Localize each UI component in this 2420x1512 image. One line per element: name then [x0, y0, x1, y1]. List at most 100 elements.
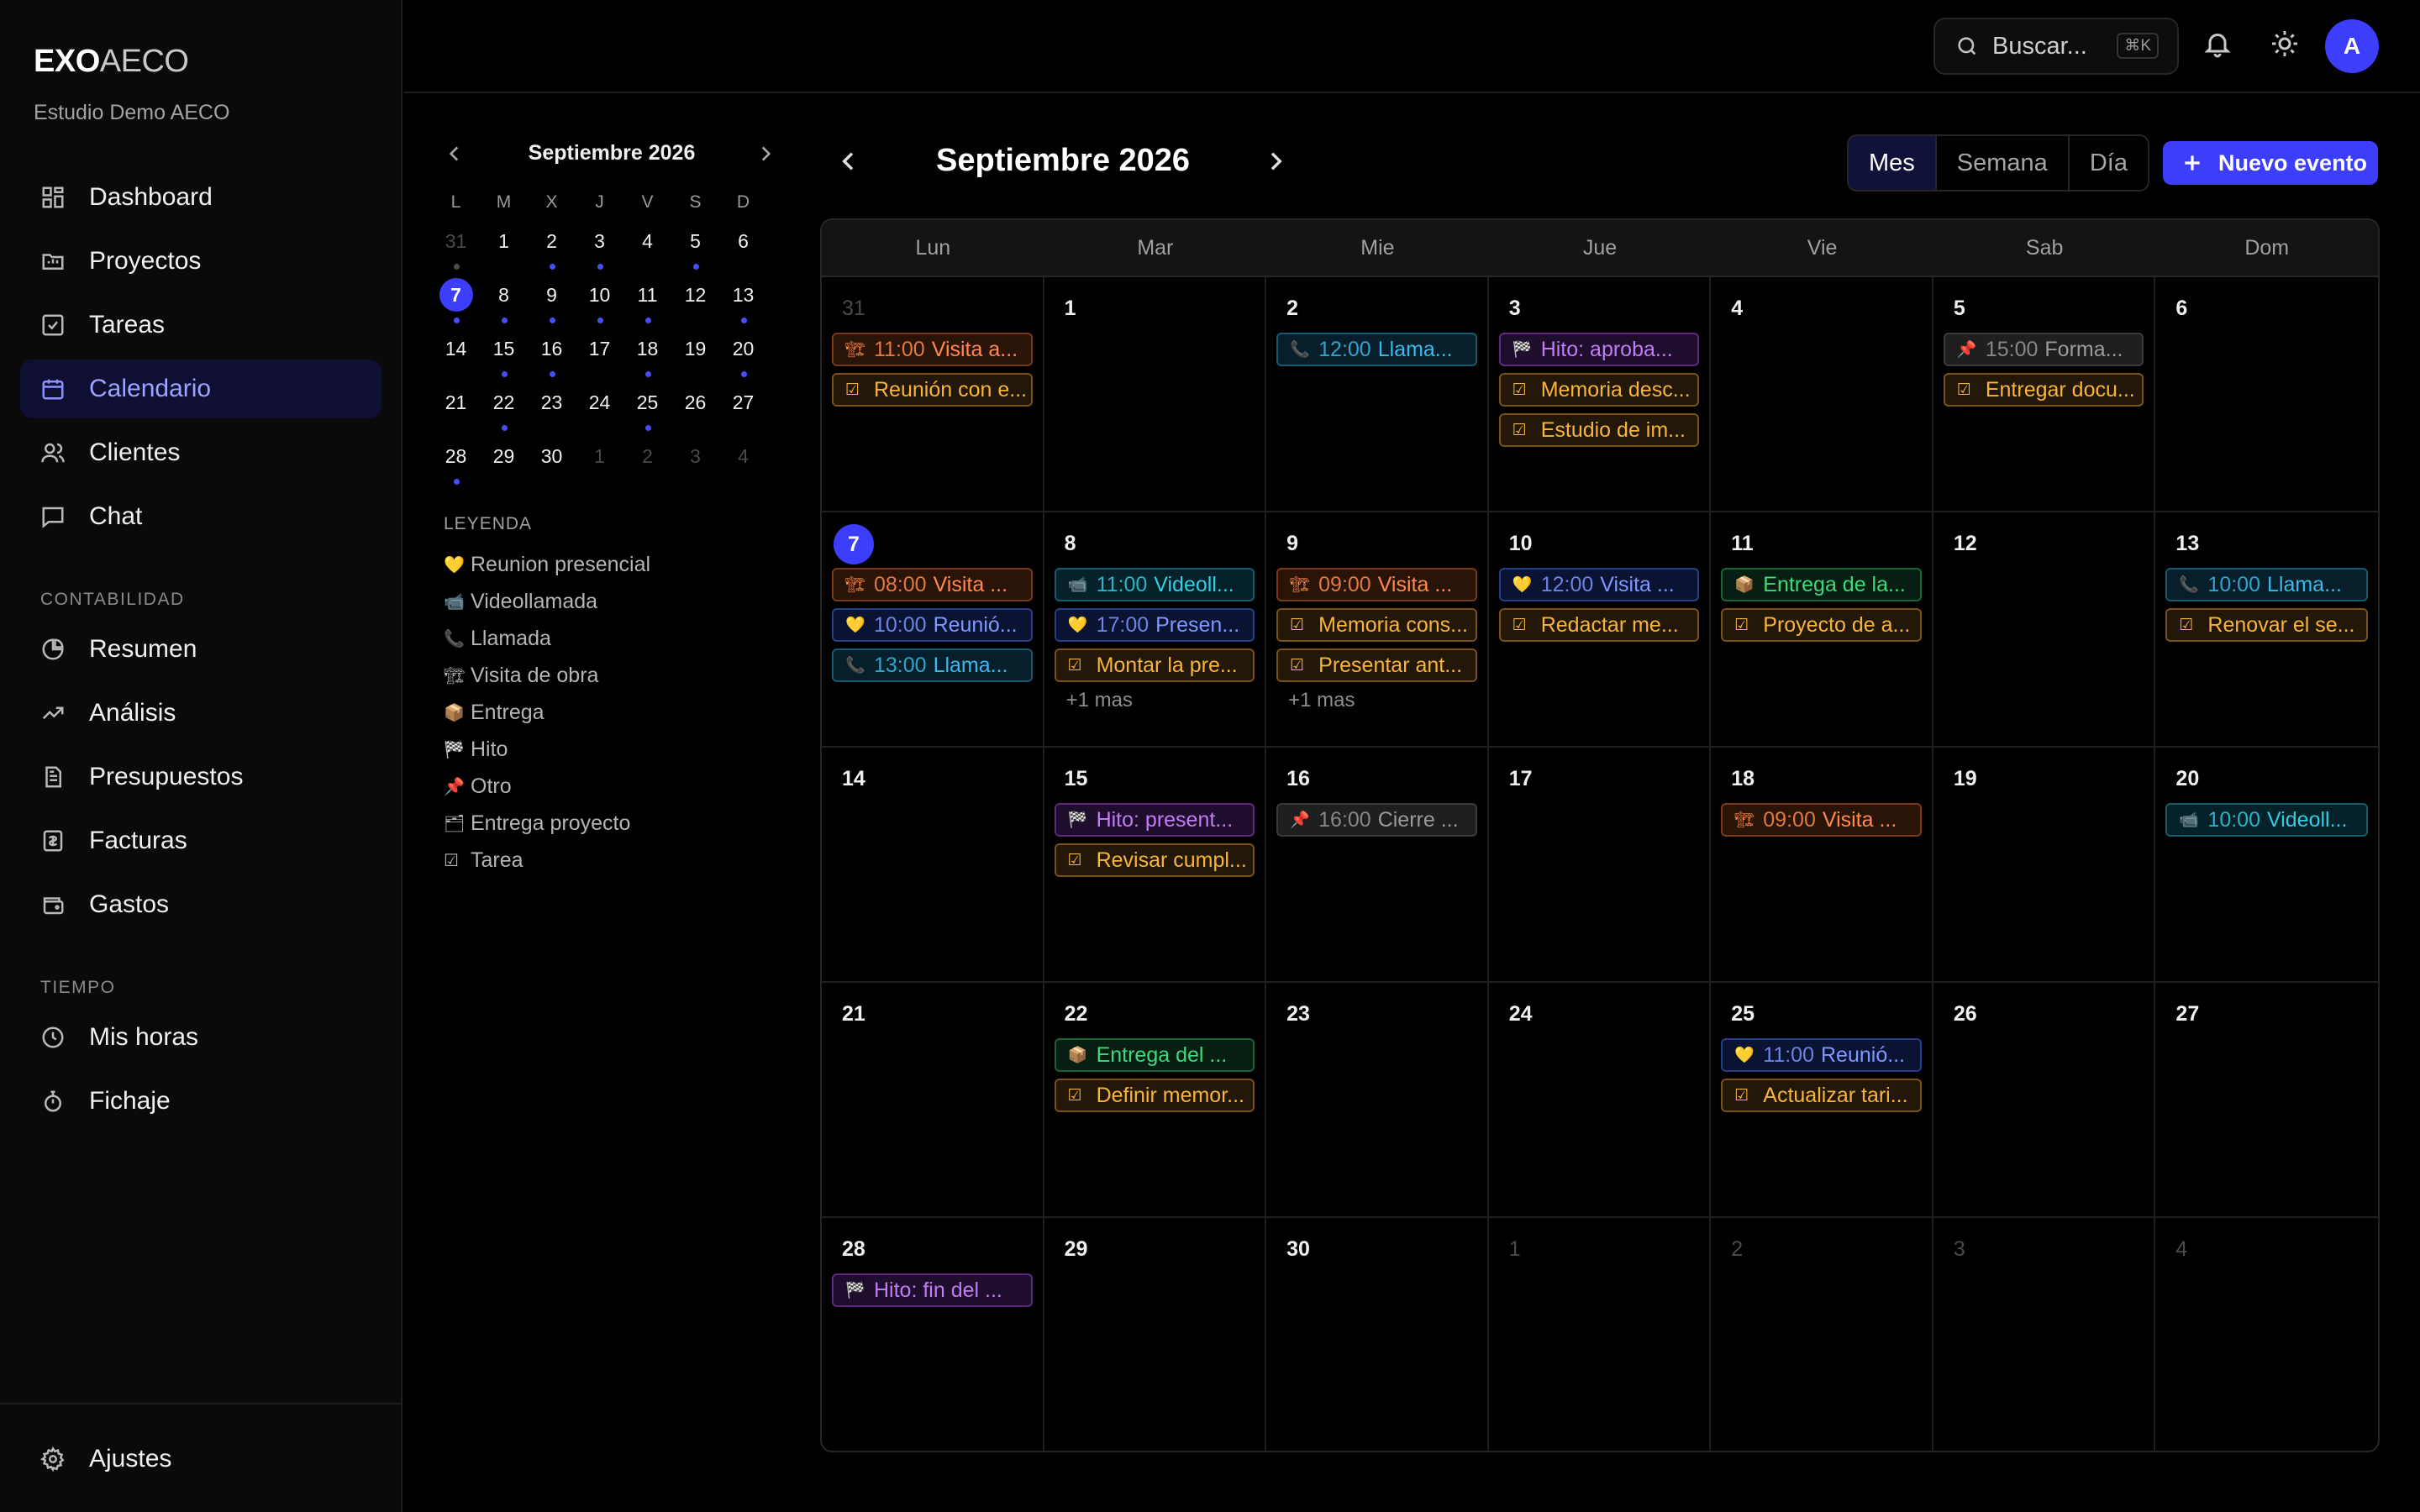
calendar-event[interactable]: ☑ Definir memor...	[1054, 1079, 1255, 1112]
mini-day[interactable]: 10	[576, 274, 623, 328]
day-cell[interactable]: 30	[1266, 1218, 1489, 1451]
calendar-event[interactable]: ☑ Memoria desc...	[1498, 373, 1700, 407]
more-events-link[interactable]: +1 mas	[1276, 689, 1477, 712]
calendar-event[interactable]: ☑ Proyecto de a...	[1721, 608, 1922, 642]
mini-day[interactable]: 24	[576, 381, 623, 435]
sidebar-item-fichaje[interactable]: Fichaje	[20, 1072, 381, 1131]
mini-day[interactable]: 4	[719, 435, 767, 489]
sidebar-item-mis-horas[interactable]: Mis horas	[20, 1008, 381, 1067]
theme-toggle-button[interactable]	[2270, 29, 2303, 62]
calendar-event[interactable]: 📞 12:00 Llama...	[1276, 333, 1477, 366]
sidebar-item-facturas[interactable]: Facturas	[20, 811, 381, 870]
sidebar-item-proyectos[interactable]: Proyectos	[20, 232, 381, 291]
mini-day[interactable]: 27	[719, 381, 767, 435]
calendar-event[interactable]: 💛 12:00 Visita ...	[1498, 568, 1700, 601]
day-cell[interactable]: 7 🏗 08:00 Visita ... 💛 10:00 Reunió... 📞 13:00 Ll…	[822, 512, 1044, 746]
mini-day[interactable]: 13	[719, 274, 767, 328]
calendar-event[interactable]: 📌 15:00 Forma...	[1943, 333, 2144, 366]
calendar-event[interactable]: ☑ Memoria cons...	[1276, 608, 1477, 642]
view-tab-dia[interactable]: Día	[2070, 136, 2148, 190]
calendar-event[interactable]: ☑ Redactar me...	[1498, 608, 1700, 642]
more-events-link[interactable]: +1 mas	[1055, 689, 1255, 712]
mini-day[interactable]: 8	[480, 274, 528, 328]
mini-day[interactable]: 9	[528, 274, 576, 328]
calendar-event[interactable]: ☑ Actualizar tari...	[1721, 1079, 1922, 1112]
day-cell[interactable]: 4	[2155, 1218, 2378, 1451]
sidebar-item-gastos[interactable]: Gastos	[20, 875, 381, 934]
mini-day[interactable]: 4	[623, 220, 671, 274]
day-cell[interactable]: 25 💛 11:00 Reunió... ☑ Actualizar tari...	[1711, 983, 1933, 1216]
mini-day[interactable]: 16	[528, 328, 576, 381]
day-cell[interactable]: 14	[822, 748, 1044, 981]
mini-day[interactable]: 3	[671, 435, 719, 489]
mini-day[interactable]: 22	[480, 381, 528, 435]
day-cell[interactable]: 4	[1711, 277, 1933, 511]
day-cell[interactable]: 23	[1266, 983, 1489, 1216]
calendar-event[interactable]: 💛 11:00 Reunió...	[1721, 1038, 1922, 1072]
settings-link[interactable]: Ajustes	[20, 1430, 381, 1488]
day-cell[interactable]: 28 🏁 Hito: fin del ...	[822, 1218, 1044, 1451]
calendar-event[interactable]: 🏗 08:00 Visita ...	[832, 568, 1033, 601]
mini-day[interactable]: 19	[671, 328, 719, 381]
mini-day[interactable]: 29	[480, 435, 528, 489]
mini-day[interactable]: 1	[480, 220, 528, 274]
day-cell[interactable]: 17	[1489, 748, 1712, 981]
mini-day[interactable]: 21	[432, 381, 480, 435]
mini-day[interactable]: 17	[576, 328, 623, 381]
calendar-event[interactable]: ☑ Montar la pre...	[1054, 648, 1255, 682]
prev-month-button[interactable]	[835, 148, 869, 181]
day-cell[interactable]: 8 📹 11:00 Videoll... 💛 17:00 Presen... ☑ Montar …	[1044, 512, 1267, 746]
day-cell[interactable]: 2 📞 12:00 Llama...	[1266, 277, 1489, 511]
mini-day[interactable]: 15	[480, 328, 528, 381]
day-cell[interactable]: 2	[1711, 1218, 1933, 1451]
calendar-event[interactable]: 💛 17:00 Presen...	[1054, 608, 1255, 642]
sidebar-item-resumen[interactable]: Resumen	[20, 620, 381, 679]
day-cell[interactable]: 22 📦 Entrega del ... ☑ Definir memor...	[1044, 983, 1267, 1216]
day-cell[interactable]: 5 📌 15:00 Forma... ☑ Entregar docu...	[1933, 277, 2156, 511]
calendar-event[interactable]: 🏁 Hito: aproba...	[1498, 333, 1700, 366]
day-cell[interactable]: 27	[2155, 983, 2378, 1216]
mini-day[interactable]: 20	[719, 328, 767, 381]
day-cell[interactable]: 12	[1933, 512, 2156, 746]
sidebar-item-clientes[interactable]: Clientes	[20, 423, 381, 482]
next-month-button[interactable]	[1262, 148, 1296, 181]
sidebar-item-tareas[interactable]: Tareas	[20, 296, 381, 354]
mini-day[interactable]: 25	[623, 381, 671, 435]
day-cell[interactable]: 29	[1044, 1218, 1267, 1451]
mini-day[interactable]: 2	[528, 220, 576, 274]
notifications-button[interactable]	[2202, 29, 2236, 62]
mini-day[interactable]: 11	[623, 274, 671, 328]
calendar-event[interactable]: 📹 10:00 Videoll...	[2165, 803, 2368, 837]
day-cell[interactable]: 6	[2155, 277, 2378, 511]
day-cell[interactable]: 13 📞 10:00 Llama... ☑ Renovar el se...	[2155, 512, 2378, 746]
calendar-event[interactable]: ☑ Presentar ant...	[1276, 648, 1477, 682]
view-tab-mes[interactable]: Mes	[1849, 136, 1937, 190]
calendar-event[interactable]: 📦 Entrega del ...	[1054, 1038, 1255, 1072]
calendar-event[interactable]: 📌 16:00 Cierre ...	[1276, 803, 1477, 837]
calendar-event[interactable]: ☑ Revisar cumpl...	[1054, 843, 1255, 877]
sidebar-item-analisis[interactable]: Análisis	[20, 684, 381, 743]
mini-next-month-button[interactable]	[755, 143, 780, 168]
day-cell[interactable]: 3	[1933, 1218, 2156, 1451]
mini-day[interactable]: 23	[528, 381, 576, 435]
day-cell[interactable]: 19	[1933, 748, 2156, 981]
mini-day[interactable]: 1	[576, 435, 623, 489]
sidebar-item-calendario[interactable]: Calendario	[20, 360, 381, 418]
day-cell[interactable]: 26	[1933, 983, 2156, 1216]
mini-day[interactable]: 3	[576, 220, 623, 274]
calendar-event[interactable]: 📹 11:00 Videoll...	[1054, 568, 1255, 601]
day-cell[interactable]: 31 🏗 11:00 Visita a... ☑ Reunión con e...	[822, 277, 1044, 511]
mini-day[interactable]: 5	[671, 220, 719, 274]
calendar-event[interactable]: 📞 13:00 Llama...	[832, 648, 1033, 682]
mini-day[interactable]: 31	[432, 220, 480, 274]
mini-day[interactable]: 30	[528, 435, 576, 489]
day-cell[interactable]: 21	[822, 983, 1044, 1216]
day-cell[interactable]: 1	[1044, 277, 1267, 511]
sidebar-item-presupuestos[interactable]: Presupuestos	[20, 748, 381, 806]
mini-day[interactable]: 7	[432, 274, 480, 328]
user-avatar[interactable]: A	[2325, 19, 2379, 73]
calendar-event[interactable]: 💛 10:00 Reunió...	[832, 608, 1033, 642]
mini-day[interactable]: 12	[671, 274, 719, 328]
mini-day[interactable]: 14	[432, 328, 480, 381]
day-cell[interactable]: 20 📹 10:00 Videoll...	[2155, 748, 2378, 981]
